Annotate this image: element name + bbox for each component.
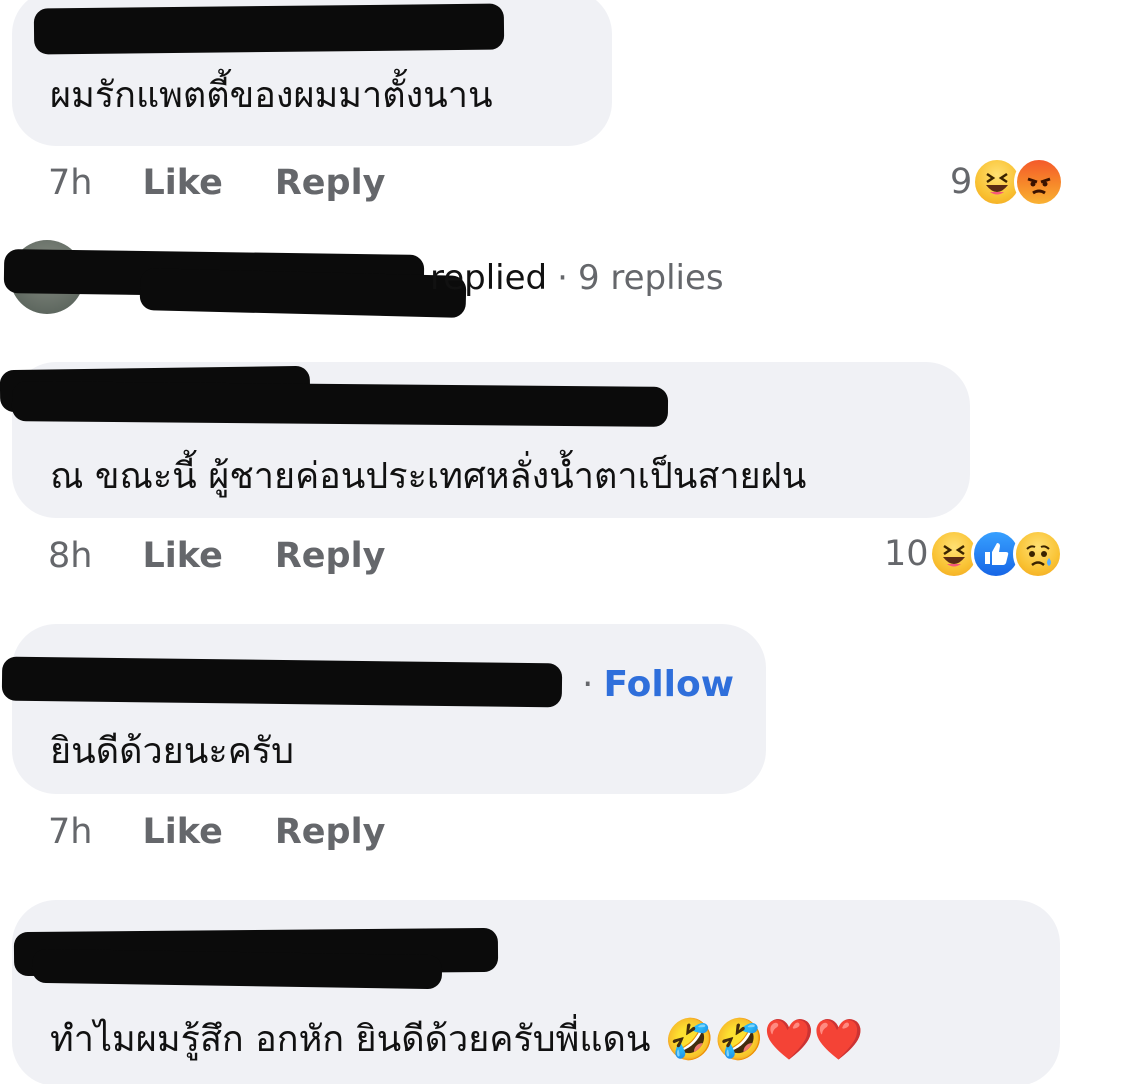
follow-group: · Follow [582,664,734,705]
comment-actions-2: 8h Like Reply [48,536,385,576]
comment-time: 8h [48,536,93,576]
like-button[interactable]: Like [142,536,222,576]
reactions-summary-2[interactable]: 10 [884,529,1063,579]
separator-dot: · [557,258,568,298]
replies-count[interactable]: 9 replies [578,258,724,298]
comment-bubble-3: · Follow ยินดีด้วยนะครับ [1,624,766,794]
redacted-author-name-2 [11,381,669,427]
reaction-count: 9 [950,162,973,202]
comment-bubble-1: ผมรักแพตตี้ของผมมาตั้งนาน [12,0,612,146]
sad-reaction-icon [1012,529,1063,579]
redacted-author-name-2 [31,948,443,990]
comment-text: ทำไมผมรู้สึก อกหัก ยินดีด้วยครับพี่แดน 🤣… [50,1020,864,1060]
angry-reaction-icon [1014,157,1065,207]
comment-text-body: ทำไมผมรู้สึก อกหัก ยินดีด้วยครับพี่แดน [50,1019,651,1060]
comment-actions-1: 7h Like Reply [48,163,385,203]
redacted-replier-name-2 [139,268,467,318]
separator-dot: · [582,664,594,705]
follow-button[interactable]: Follow [603,664,734,705]
redacted-author-name [33,3,505,55]
comment-bubble-4: ทำไมผมรู้สึก อกหัก ยินดีด้วยครับพี่แดน 🤣… [12,900,1060,1084]
replies-summary[interactable]: replied · 9 replies [430,258,724,298]
comment-text: ณ ขณะนี้ ผู้ชายค่อนประเทศหลั่งน้ำตาเป็นส… [50,456,807,497]
reaction-count: 10 [884,534,929,574]
comment-time: 7h [48,812,93,852]
comment-text: ผมรักแพตตี้ของผมมาตั้งนาน [50,75,493,116]
comment-time: 7h [48,163,93,203]
comment-emojis: 🤣🤣❤️❤️ [664,1017,864,1063]
reply-button[interactable]: Reply [275,163,386,203]
redacted-author-name [1,656,563,708]
like-button[interactable]: Like [142,163,222,203]
reactions-summary-1[interactable]: 9 [950,157,1065,207]
comment-bubble-2: ณ ขณะนี้ ผู้ชายค่อนประเทศหลั่งน้ำตาเป็นส… [0,362,970,518]
comment-actions-3: 7h Like Reply [48,812,385,852]
replied-label: replied [430,258,548,298]
like-button[interactable]: Like [142,812,222,852]
reply-button[interactable]: Reply [275,812,386,852]
reply-button[interactable]: Reply [275,536,386,576]
comment-text: ยินดีด้วยนะครับ [50,731,294,772]
